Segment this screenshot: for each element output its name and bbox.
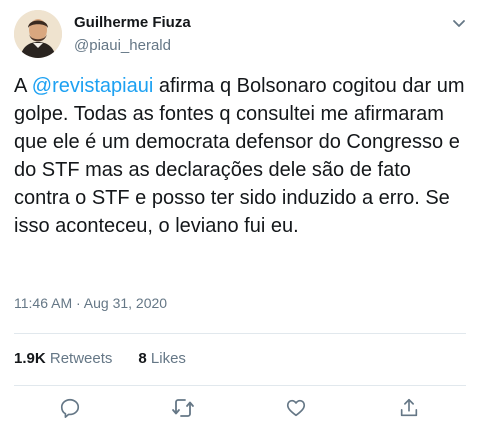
divider	[14, 333, 466, 334]
mention-link[interactable]: @revistapiaui	[32, 75, 153, 97]
retweets-stat[interactable]: 1.9K Retweets	[14, 350, 112, 367]
timestamp[interactable]: 11:46 AM · Aug 31, 2020	[14, 295, 167, 311]
handle[interactable]: @piaui_herald	[74, 37, 171, 54]
retweets-label: Retweets	[49, 350, 113, 367]
avatar[interactable]	[14, 10, 62, 58]
retweets-count: 1.9K	[14, 350, 46, 367]
likes-label: Likes	[150, 350, 186, 367]
tweet-text-prefix: A	[14, 75, 32, 97]
likes-count: 8	[138, 350, 147, 367]
tweet-card: Guilherme Fiuza @piaui_herald A @revista…	[0, 0, 480, 435]
chevron-down-icon[interactable]	[450, 14, 468, 32]
share-icon[interactable]	[396, 395, 422, 421]
divider	[14, 385, 466, 386]
likes-stat[interactable]: 8 Likes	[138, 350, 186, 367]
action-bar	[0, 395, 480, 425]
reply-icon[interactable]	[57, 395, 83, 421]
display-name[interactable]: Guilherme Fiuza	[74, 14, 191, 31]
retweet-icon[interactable]	[170, 395, 196, 421]
tweet-text-rest: afirma q Bolsonaro cogitou dar um golpe.…	[14, 75, 465, 237]
tweet-text: A @revistapiaui afirma q Bolsonaro cogit…	[14, 72, 470, 240]
engagement-stats: 1.9K Retweets 8 Likes	[14, 350, 186, 367]
heart-icon[interactable]	[283, 395, 309, 421]
